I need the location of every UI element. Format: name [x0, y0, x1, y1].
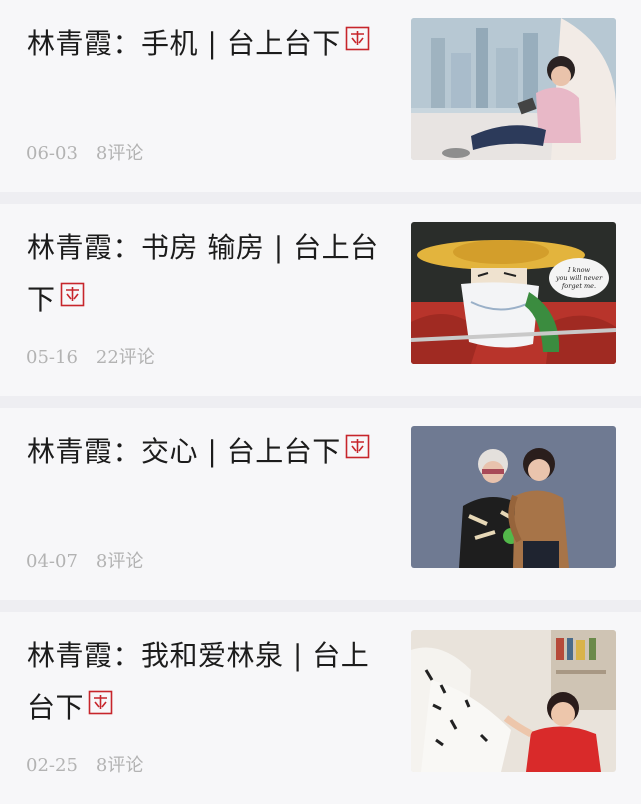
- two-women-portrait-photo: [411, 426, 616, 568]
- article-date: 04-07: [26, 551, 78, 572]
- svg-text:I know: I know: [567, 266, 591, 274]
- article-comment-count: 8评论: [95, 551, 144, 572]
- seal-stamp-icon: [345, 26, 370, 51]
- divider: [0, 396, 641, 408]
- woman-with-calligraphy-photo: [411, 630, 616, 772]
- divider: [0, 192, 641, 204]
- swordsman-illustration: I know you will never forget me.: [411, 222, 616, 364]
- article-meta: 02-25 8评论: [26, 751, 143, 777]
- article-title[interactable]: 林青霞：书房 输房 | 台上台下: [27, 222, 387, 326]
- article-meta: 05-16 22评论: [26, 343, 155, 369]
- article-feed: 林青霞：手机 | 台上台下 06-03 8评论 林青霞：书房 输房 | 台上台下…: [0, 0, 641, 804]
- article-title-text: 林青霞：手机 | 台上台下: [27, 27, 341, 60]
- article-title[interactable]: 林青霞：交心 | 台上台下: [27, 426, 387, 478]
- article-thumbnail[interactable]: [411, 18, 616, 160]
- woman-reading-by-window-photo: [411, 18, 616, 160]
- seal-stamp-icon: [345, 434, 370, 459]
- divider: [0, 600, 641, 612]
- article-title-text: 林青霞：交心 | 台上台下: [27, 435, 341, 468]
- seal-stamp-icon: [88, 690, 113, 715]
- article-item-3[interactable]: 林青霞：交心 | 台上台下 04-07 8评论: [0, 408, 641, 600]
- article-item-2[interactable]: 林青霞：书房 输房 | 台上台下 05-16 22评论 I know you w…: [0, 204, 641, 396]
- article-date: 02-25: [26, 755, 78, 776]
- article-thumbnail[interactable]: [411, 630, 616, 772]
- article-item-4[interactable]: 林青霞：我和爱林泉 | 台上台下 02-25 8评论: [0, 612, 641, 804]
- article-title-text: 林青霞：我和爱林泉 | 台上台下: [27, 639, 370, 724]
- article-comment-count: 8评论: [95, 755, 144, 776]
- article-thumbnail[interactable]: I know you will never forget me.: [411, 222, 616, 364]
- article-item-1[interactable]: 林青霞：手机 | 台上台下 06-03 8评论: [0, 0, 641, 192]
- article-comment-count: 8评论: [95, 143, 144, 164]
- article-meta: 06-03 8评论: [26, 139, 143, 165]
- article-title[interactable]: 林青霞：我和爱林泉 | 台上台下: [27, 630, 387, 734]
- seal-stamp-icon: [60, 282, 84, 307]
- article-thumbnail[interactable]: [411, 426, 616, 568]
- article-comment-count: 22评论: [95, 347, 155, 368]
- article-meta: 04-07 8评论: [26, 547, 143, 573]
- svg-text:forget me.: forget me.: [561, 282, 596, 290]
- article-date: 05-16: [26, 347, 78, 368]
- article-date: 06-03: [26, 143, 78, 164]
- article-title[interactable]: 林青霞：手机 | 台上台下: [27, 18, 387, 70]
- svg-text:you will never: you will never: [555, 274, 603, 282]
